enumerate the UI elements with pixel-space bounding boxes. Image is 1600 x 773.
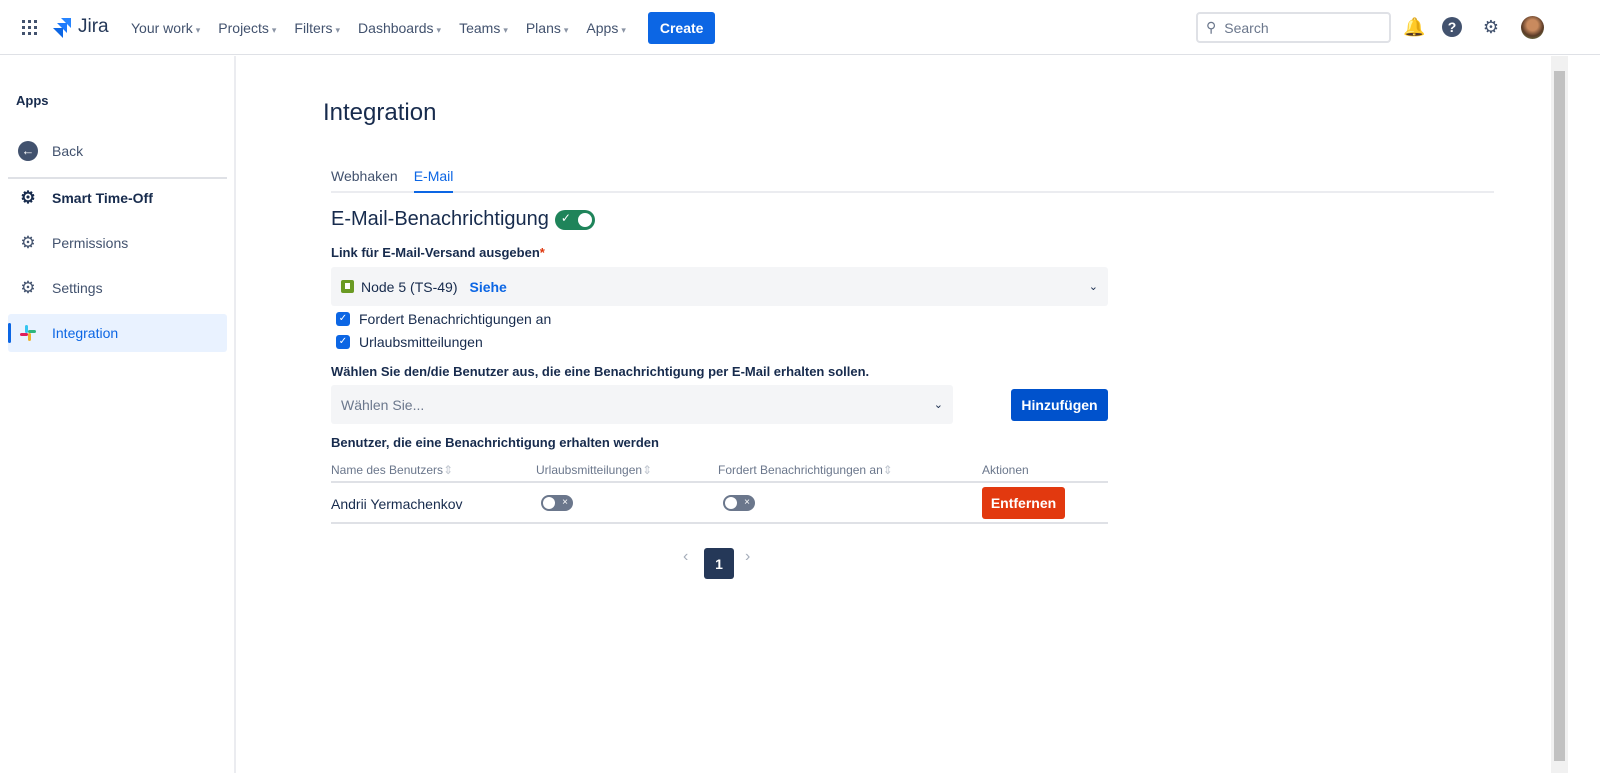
gear-person-icon: ⚙ bbox=[20, 233, 36, 252]
notifications-icon[interactable]: 🔔 bbox=[1403, 17, 1425, 37]
user-select-placeholder: Wählen Sie... bbox=[341, 396, 425, 413]
app-switcher-icon[interactable] bbox=[22, 20, 37, 35]
column-header-actions: Aktionen bbox=[982, 463, 1029, 477]
user-name: Andrii Yermachenkov bbox=[331, 496, 463, 512]
gear-person-icon: ⚙ bbox=[20, 278, 36, 297]
scrollbar[interactable] bbox=[1551, 56, 1568, 773]
sidebar-item-smart-time-off[interactable]: ⚙ Smart Time-Off bbox=[8, 179, 227, 217]
sidebar-back[interactable]: ← Back bbox=[8, 132, 227, 170]
nav-projects[interactable]: Projects ▾ bbox=[218, 20, 276, 36]
user-select-label: Wählen Sie den/die Benutzer aus, die ein… bbox=[331, 364, 870, 379]
nav-apps[interactable]: Apps ▾ bbox=[586, 20, 625, 36]
link-value: Node 5 (TS-49) bbox=[361, 278, 458, 295]
sidebar-back-label: Back bbox=[52, 143, 84, 159]
settings-gear-icon[interactable]: ⚙ bbox=[1481, 17, 1501, 37]
tab-list: Webhaken E-Mail bbox=[331, 168, 1494, 193]
slack-icon bbox=[16, 321, 40, 345]
nav-filters[interactable]: Filters ▾ bbox=[294, 20, 340, 36]
table-row: Andrii Yermachenkov × × Entfernen bbox=[331, 483, 1108, 523]
users-table: Name des Benutzers⇕ Urlaubsmitteilungen⇕… bbox=[331, 456, 1108, 524]
sidebar-item-label: Settings bbox=[52, 280, 103, 296]
user-select[interactable]: Wählen Sie... ⌄ bbox=[331, 385, 953, 424]
search-input[interactable]: ⚲ Search bbox=[1196, 12, 1391, 43]
checkbox-requests[interactable]: ✓ Fordert Benachrichtigungen an bbox=[336, 311, 551, 327]
checkbox-label: Fordert Benachrichtigungen an bbox=[359, 311, 552, 327]
column-header-requests[interactable]: Fordert Benachrichtigungen an⇕ bbox=[718, 463, 893, 477]
section-title: E-Mail-Benachrichtigung bbox=[331, 208, 549, 230]
tab-webhaken[interactable]: Webhaken bbox=[331, 168, 398, 191]
nav-dashboards[interactable]: Dashboards ▾ bbox=[358, 20, 441, 36]
jira-logo-icon bbox=[53, 18, 71, 38]
nav-your-work[interactable]: Your work ▾ bbox=[131, 20, 200, 36]
sidebar-item-label: Integration bbox=[52, 325, 119, 341]
vacation-toggle[interactable]: × bbox=[541, 495, 573, 511]
sidebar-item-settings[interactable]: ⚙ Settings bbox=[8, 269, 227, 307]
avatar[interactable] bbox=[1521, 16, 1544, 39]
page-title: Integration bbox=[323, 99, 437, 126]
sidebar-item-label: Permissions bbox=[52, 235, 129, 251]
checkbox-checked-icon: ✓ bbox=[336, 335, 350, 349]
arrow-left-icon: ← bbox=[16, 139, 40, 163]
prev-page-icon[interactable]: ‹ bbox=[683, 548, 688, 566]
close-icon: × bbox=[562, 497, 568, 508]
sidebar: Apps ← Back ⚙ Smart Time-Off ⚙ Permissions… bbox=[0, 56, 236, 773]
close-icon: × bbox=[744, 497, 750, 508]
story-icon bbox=[341, 280, 354, 293]
chevron-down-icon: ⌄ bbox=[1088, 281, 1098, 293]
required-marker: * bbox=[539, 245, 545, 260]
sidebar-title: Apps bbox=[16, 93, 49, 108]
chevron-down-icon: ⌄ bbox=[933, 399, 943, 411]
sidebar-item-integration[interactable]: Integration bbox=[8, 314, 227, 352]
create-button[interactable]: Create bbox=[647, 11, 716, 44]
search-icon: ⚲ bbox=[1206, 19, 1217, 35]
help-icon[interactable]: ? bbox=[1442, 17, 1462, 37]
top-navigation: Jira Your work ▾ Projects ▾ Filters ▾ Dashb… bbox=[0, 0, 1600, 55]
link-select[interactable]: Node 5 (TS-49) Siehe ⌄ bbox=[331, 267, 1108, 306]
sidebar-item-permissions[interactable]: ⚙ Permissions bbox=[8, 224, 227, 262]
scrollbar-thumb[interactable] bbox=[1554, 71, 1565, 761]
gear-person-icon: ⚙ bbox=[20, 188, 36, 207]
nav-teams[interactable]: Teams ▾ bbox=[459, 20, 508, 36]
jira-logo[interactable]: Jira bbox=[52, 16, 109, 38]
checkbox-checked-icon: ✓ bbox=[336, 312, 350, 326]
page-1-button[interactable]: 1 bbox=[704, 548, 734, 579]
column-header-vacation[interactable]: Urlaubsmitteilungen⇕ bbox=[536, 463, 652, 477]
view-link[interactable]: Siehe bbox=[469, 279, 506, 295]
email-notification-toggle[interactable]: ✓ bbox=[554, 209, 595, 230]
remove-button[interactable]: Entfernen bbox=[982, 487, 1065, 519]
link-field-label: Link für E-Mail-Versand ausgeben bbox=[331, 245, 540, 260]
add-button[interactable]: Hinzufügen bbox=[1011, 389, 1108, 421]
next-page-icon[interactable]: › bbox=[745, 548, 750, 566]
nav-plans[interactable]: Plans ▾ bbox=[526, 20, 569, 36]
product-name: Jira bbox=[78, 16, 109, 37]
main-content: Integration Webhaken E-Mail E-Mail-Benac… bbox=[236, 56, 1550, 773]
column-header-name[interactable]: Name des Benutzers⇕ bbox=[331, 463, 453, 477]
checkbox-label: Urlaubsmitteilungen bbox=[359, 334, 483, 350]
divider bbox=[331, 522, 1108, 524]
checkbox-vacation[interactable]: ✓ Urlaubsmitteilungen bbox=[336, 334, 483, 350]
tab-email[interactable]: E-Mail bbox=[413, 168, 454, 193]
requests-toggle[interactable]: × bbox=[723, 495, 755, 511]
sidebar-item-label: Smart Time-Off bbox=[52, 190, 153, 206]
check-icon: ✓ bbox=[560, 210, 571, 225]
table-title: Benutzer, die eine Benachrichtigung erha… bbox=[331, 435, 659, 450]
search-placeholder: Search bbox=[1224, 19, 1269, 36]
